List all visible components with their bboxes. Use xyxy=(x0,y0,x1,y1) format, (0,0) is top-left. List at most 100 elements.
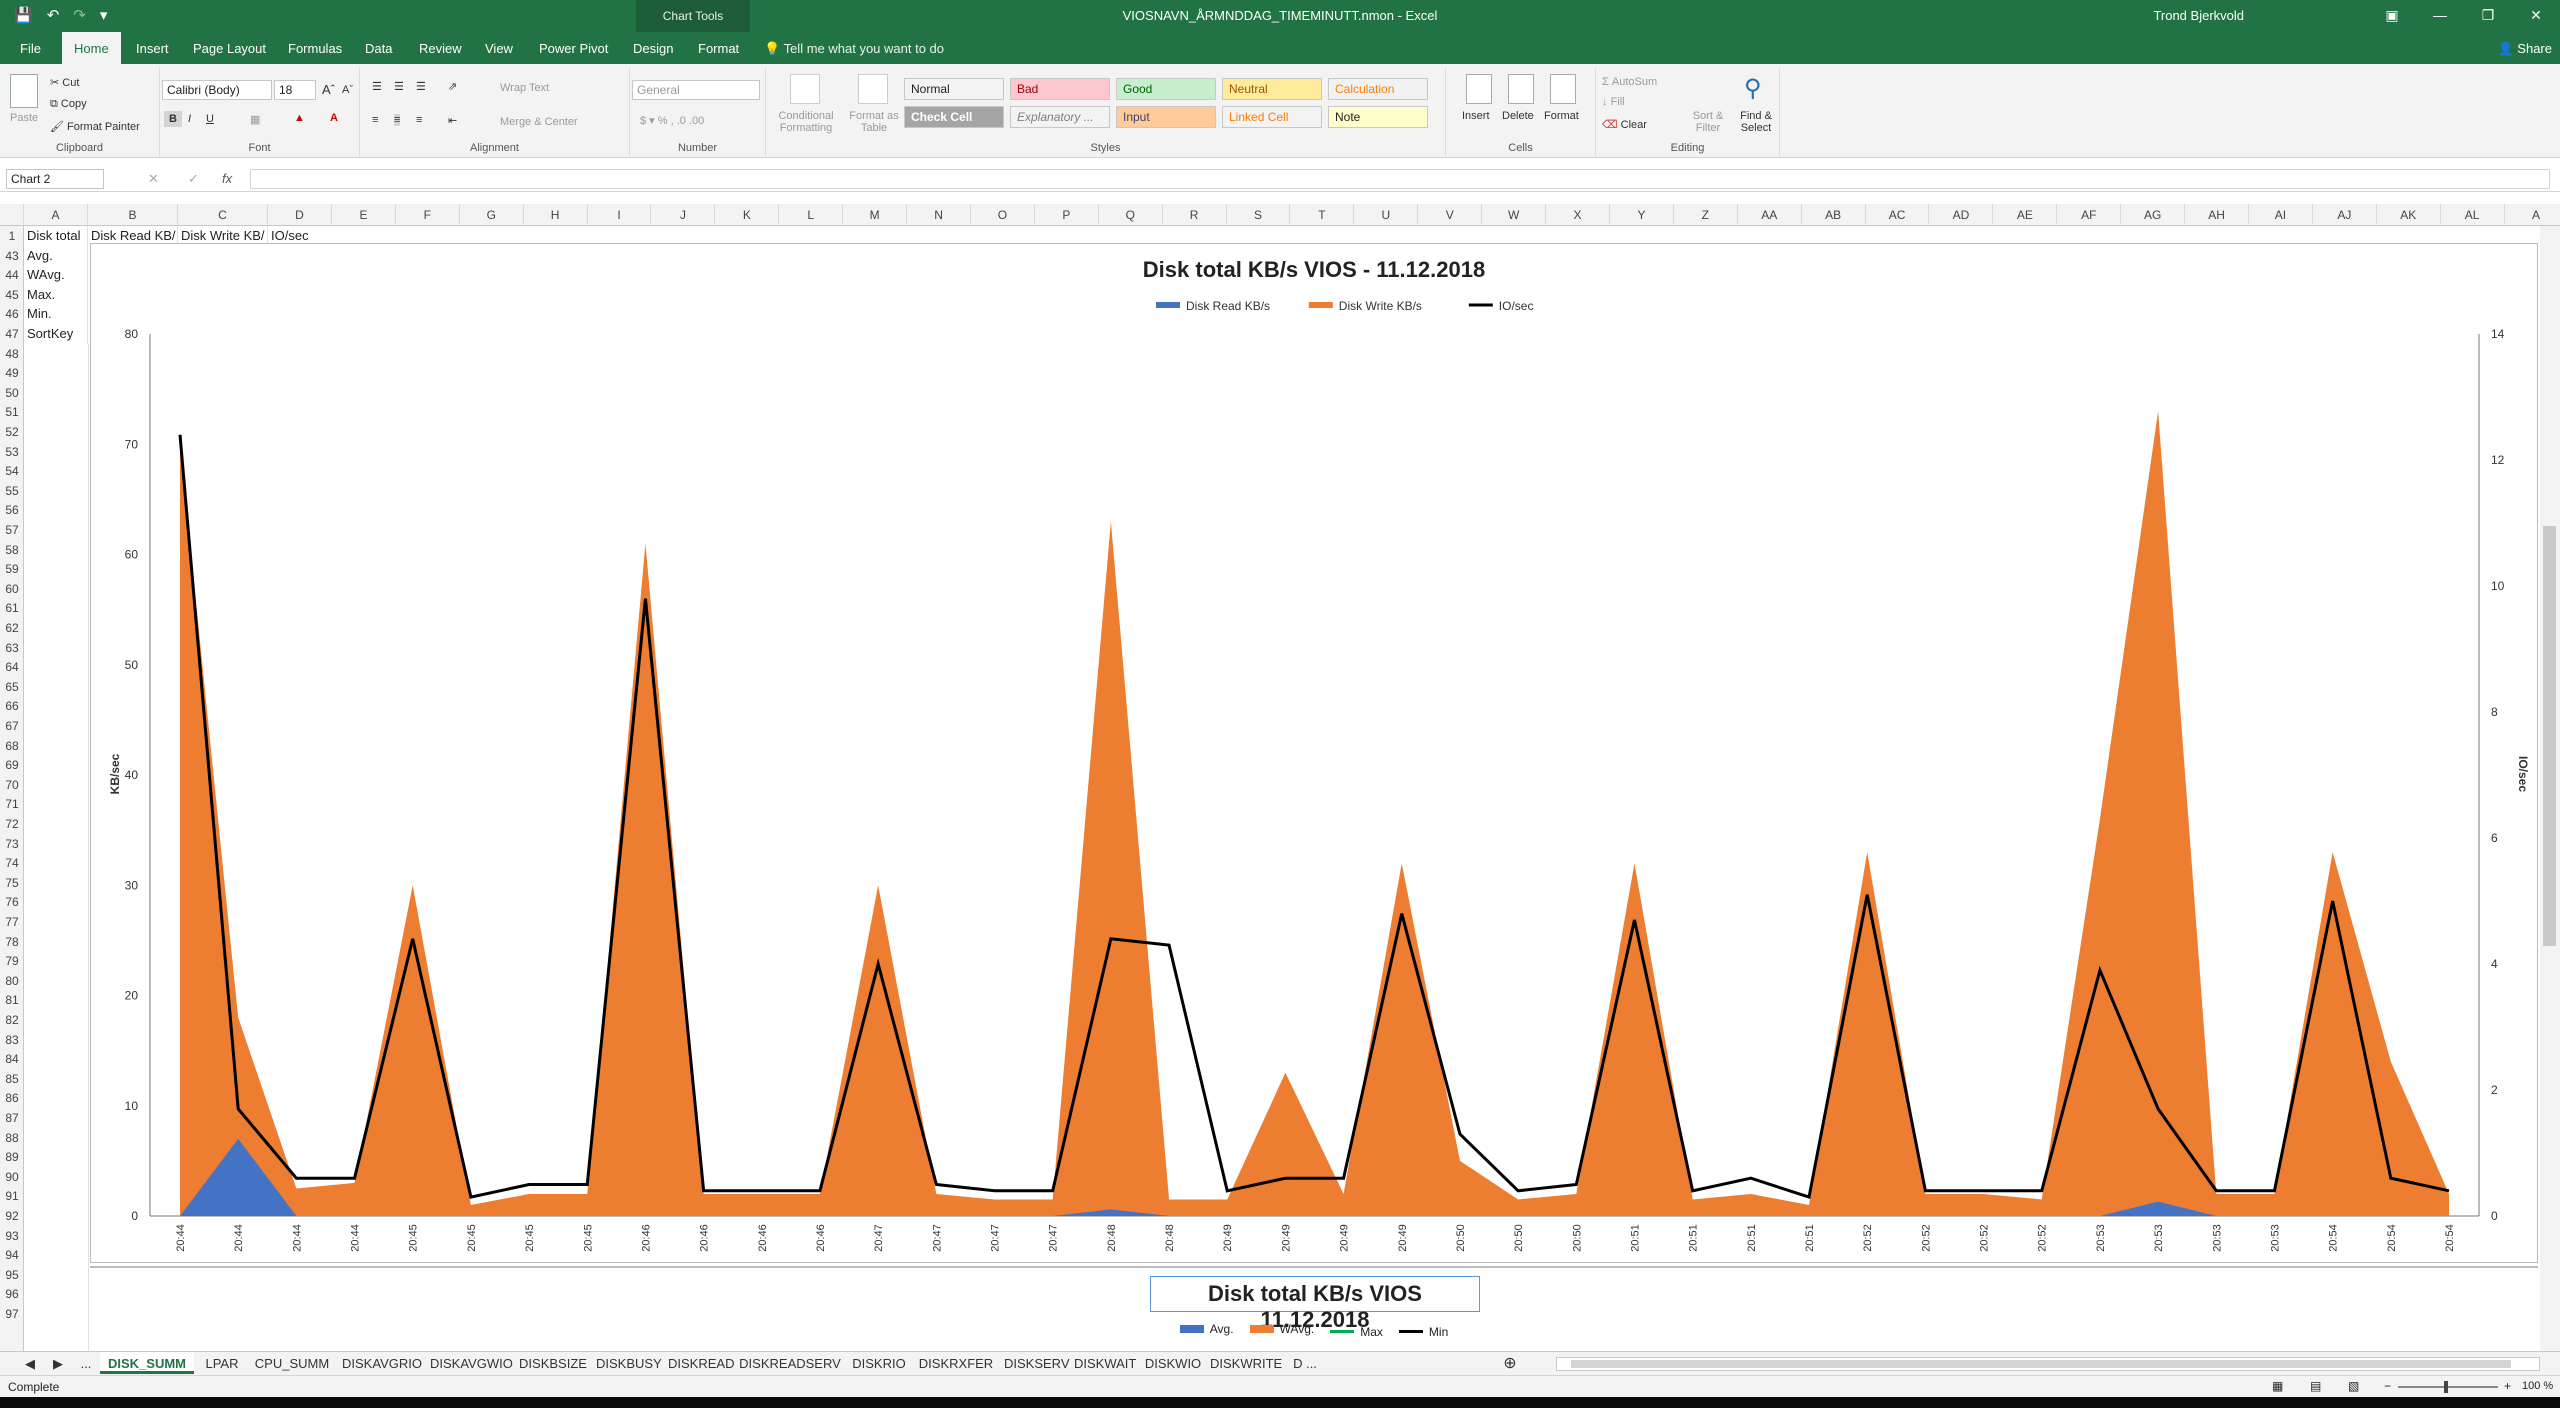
row-header[interactable]: 47 xyxy=(0,324,24,344)
style-neutral[interactable]: Neutral xyxy=(1222,78,1322,100)
font-name-select[interactable]: Calibri (Body) xyxy=(162,80,272,100)
font-color-icon[interactable]: A xyxy=(330,112,338,124)
cell-a45[interactable]: Max. xyxy=(24,284,88,305)
row-header[interactable]: 67 xyxy=(0,716,24,736)
autosum-button[interactable]: Σ AutoSum xyxy=(1602,76,1657,88)
sheet-tab[interactable]: CPU_SUMM xyxy=(250,1352,334,1374)
row-header[interactable]: 59 xyxy=(0,559,24,579)
horizontal-scrollbar[interactable] xyxy=(1556,1357,2540,1371)
row-header[interactable]: 97 xyxy=(0,1304,24,1324)
next-sheet-icon[interactable]: ▶ xyxy=(50,1352,66,1374)
row-header[interactable]: 70 xyxy=(0,775,24,795)
column-header[interactable]: AI xyxy=(2249,204,2313,226)
row-header[interactable]: 85 xyxy=(0,1069,24,1089)
column-header[interactable]: F xyxy=(396,204,460,226)
column-header[interactable]: X xyxy=(1546,204,1610,226)
column-header[interactable]: N xyxy=(907,204,971,226)
row-header[interactable]: 95 xyxy=(0,1265,24,1285)
tab-formulas[interactable]: Formulas xyxy=(288,32,342,64)
cut-button[interactable]: ✂ Cut xyxy=(50,76,79,89)
normal-view-icon[interactable]: ▦ xyxy=(2272,1379,2283,1393)
conditional-formatting-icon[interactable] xyxy=(790,74,820,104)
column-header[interactable]: O xyxy=(971,204,1035,226)
tab-home[interactable]: Home xyxy=(62,32,121,64)
format-as-table-icon[interactable] xyxy=(858,74,888,104)
align-bottom-icon[interactable]: ☰ xyxy=(416,80,426,93)
format-painter-button[interactable]: 🖌 Format Painter xyxy=(50,120,140,133)
delete-button[interactable]: Delete xyxy=(1502,110,1534,122)
format-cells-icon[interactable] xyxy=(1550,74,1576,104)
row-header[interactable]: 1 xyxy=(0,226,24,246)
italic-button[interactable]: I xyxy=(188,113,191,125)
tab-review[interactable]: Review xyxy=(419,32,462,64)
row-header[interactable]: 94 xyxy=(0,1245,24,1265)
insert-cells-icon[interactable] xyxy=(1466,74,1492,104)
user-name[interactable]: Trond Bjerkvold xyxy=(2153,8,2244,23)
wrap-text-button[interactable]: Wrap Text xyxy=(500,82,549,94)
insert-function-icon[interactable]: fx xyxy=(222,171,232,186)
page-break-view-icon[interactable]: ▧ xyxy=(2348,1379,2359,1393)
number-format-select[interactable]: General xyxy=(632,80,760,100)
column-header[interactable]: AJ xyxy=(2313,204,2377,226)
column-header[interactable]: AC xyxy=(1866,204,1930,226)
vertical-scroll-thumb[interactable] xyxy=(2543,526,2556,946)
close-icon[interactable]: ✕ xyxy=(2512,0,2560,24)
align-left-icon[interactable]: ≡ xyxy=(372,114,378,126)
row-header[interactable]: 93 xyxy=(0,1226,24,1246)
column-header[interactable]: I xyxy=(588,204,652,226)
row-header[interactable]: 78 xyxy=(0,932,24,952)
sheet-tab[interactable]: DISKWAIT xyxy=(1074,1352,1136,1374)
row-header[interactable]: 73 xyxy=(0,834,24,854)
column-header[interactable]: S xyxy=(1227,204,1291,226)
column-header[interactable]: Z xyxy=(1674,204,1738,226)
vertical-scrollbar[interactable] xyxy=(2540,226,2560,1351)
sheet-tab[interactable]: DISKBUSY xyxy=(596,1352,662,1374)
row-header[interactable]: 80 xyxy=(0,971,24,991)
orientation-icon[interactable]: ⇗ xyxy=(448,80,457,93)
column-header[interactable]: T xyxy=(1291,204,1355,226)
column-header[interactable]: M xyxy=(843,204,908,226)
row-header[interactable]: 45 xyxy=(0,285,24,305)
new-sheet-icon[interactable]: ⊕ xyxy=(1500,1352,1520,1374)
enter-icon[interactable]: ✓ xyxy=(188,171,199,187)
column-header[interactable]: AF xyxy=(2057,204,2122,226)
row-header[interactable]: 90 xyxy=(0,1167,24,1187)
style-good[interactable]: Good xyxy=(1116,78,1216,100)
tab-insert[interactable]: Insert xyxy=(136,32,169,64)
sheet-tab[interactable]: DISKSERV xyxy=(1004,1352,1070,1374)
horizontal-scroll-thumb[interactable] xyxy=(1571,1360,2511,1368)
style-explanatory[interactable]: Explanatory ... xyxy=(1010,106,1110,128)
cell-a1[interactable]: Disk total xyxy=(24,226,88,246)
sheet-tab[interactable]: DISKAVGWIO xyxy=(430,1352,513,1374)
row-header[interactable]: 77 xyxy=(0,912,24,932)
row-header[interactable]: 50 xyxy=(0,383,24,403)
delete-cells-icon[interactable] xyxy=(1508,74,1534,104)
row-header[interactable]: 88 xyxy=(0,1128,24,1148)
row-header[interactable]: 49 xyxy=(0,363,24,383)
disk-total-chart-2[interactable]: Disk total KB/s VIOS 11.12.2018 Avg. WAvg… xyxy=(90,1266,2538,1356)
tab-design[interactable]: Design xyxy=(633,32,673,64)
cell-a46[interactable]: Min. xyxy=(24,304,88,324)
row-header[interactable]: 52 xyxy=(0,422,24,442)
column-header[interactable]: E xyxy=(332,204,396,226)
column-header[interactable]: G xyxy=(460,204,524,226)
row-header[interactable]: 87 xyxy=(0,1108,24,1128)
row-header[interactable]: 56 xyxy=(0,500,24,520)
cell-a44[interactable]: WAvg. xyxy=(24,265,88,285)
paste-icon[interactable] xyxy=(10,74,38,108)
find-select-button[interactable]: Find & Select xyxy=(1734,110,1778,134)
fill-button[interactable]: ↓ Fill xyxy=(1602,96,1625,108)
row-header[interactable]: 48 xyxy=(0,344,24,364)
column-header[interactable]: AD xyxy=(1930,204,1994,226)
name-box[interactable]: Chart 2 xyxy=(6,169,104,189)
conditional-formatting-button[interactable]: Conditional Formatting xyxy=(776,110,836,134)
zoom-slider[interactable] xyxy=(2398,1386,2498,1388)
row-header[interactable]: 68 xyxy=(0,736,24,756)
grow-font-icon[interactable]: Aˆ xyxy=(322,82,335,97)
row-header[interactable]: 58 xyxy=(0,540,24,560)
row-header[interactable]: 76 xyxy=(0,892,24,912)
more-sheets-icon[interactable]: ... xyxy=(76,1352,96,1374)
sheet-tab[interactable]: DISKRIO xyxy=(850,1352,908,1374)
column-header[interactable]: W xyxy=(1482,204,1547,226)
sheet-tab[interactable]: D ... xyxy=(1290,1352,1320,1374)
